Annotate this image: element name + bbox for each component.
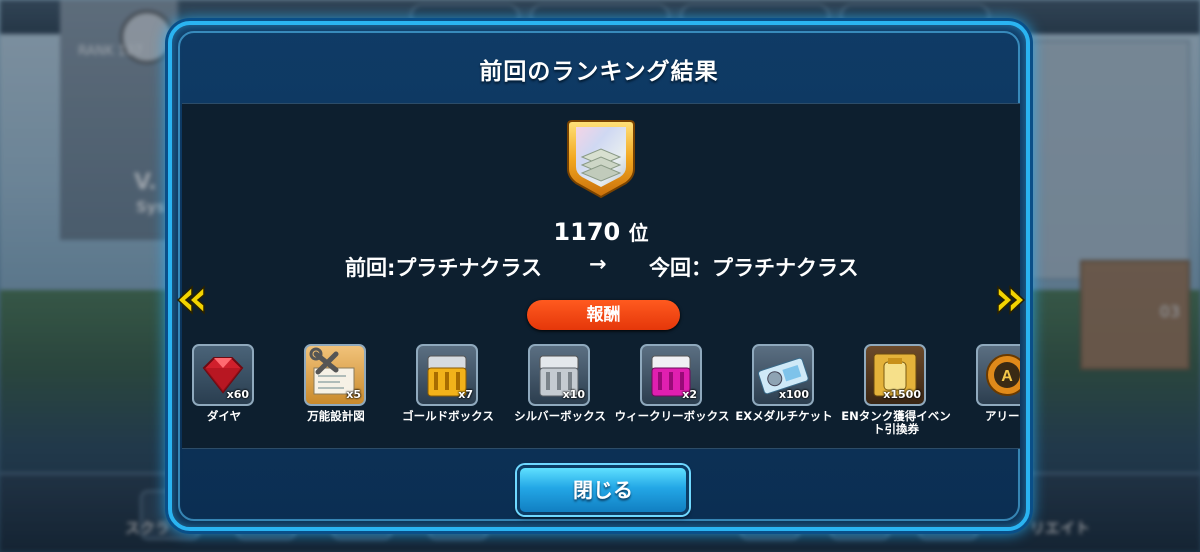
rank-suffix: 位 bbox=[628, 221, 649, 245]
reward-quantity: x60 bbox=[226, 388, 249, 401]
reward-item[interactable]: x1500 ENタンク獲得イベント引換券 bbox=[836, 344, 951, 444]
scroll-right-arrow-icon[interactable] bbox=[994, 283, 1028, 317]
rank-position: 1170 位 bbox=[182, 217, 1020, 246]
reward-quantity: x1500 bbox=[883, 388, 921, 401]
reward-quantity: x10 bbox=[562, 388, 585, 401]
reward-item[interactable]: x7 ゴールドボックス bbox=[388, 344, 498, 444]
arena-medal-icon: A bbox=[976, 344, 1020, 406]
scroll-left-arrow-icon[interactable] bbox=[174, 283, 208, 317]
dialog-title: 前回のランキング結果 bbox=[479, 59, 719, 85]
current-class-label: 今回：プラチナクラス bbox=[649, 256, 859, 280]
reward-item[interactable]: A アリーナ bbox=[948, 344, 1020, 444]
reward-list[interactable]: x60 ダイヤ x5 万能設計図 x7 ゴールドボックス x10 シルバーボック… bbox=[182, 344, 1020, 450]
close-button[interactable]: 閉じる bbox=[517, 465, 689, 515]
reward-quantity: x2 bbox=[682, 388, 697, 401]
reward-name: ダイヤ bbox=[206, 409, 242, 423]
reward-name: ENタンク獲得イベント引換券 bbox=[841, 409, 951, 436]
reward-name: ゴールドボックス bbox=[402, 409, 494, 423]
reward-quantity: x7 bbox=[458, 388, 473, 401]
reward-name: EXメダルチケット bbox=[735, 409, 833, 423]
reward-item[interactable]: x10 シルバーボックス bbox=[500, 344, 610, 444]
svg-text:A: A bbox=[1001, 368, 1013, 385]
reward-item[interactable]: x100 EXメダルチケット bbox=[724, 344, 834, 444]
reward-label: 報酬 bbox=[527, 300, 680, 330]
reward-name: シルバーボックス bbox=[514, 409, 606, 423]
rank-number: 1170 bbox=[553, 218, 621, 246]
reward-item[interactable]: x2 ウィークリーボックス bbox=[612, 344, 729, 444]
reward-item[interactable]: x60 ダイヤ bbox=[182, 344, 274, 444]
reward-quantity: x100 bbox=[778, 388, 809, 401]
result-panel: 1170 位 前回:プラチナクラス → 今回：プラチナクラス 報酬 x60 ダイ… bbox=[182, 103, 1020, 449]
platinum-rank-badge-icon bbox=[567, 120, 635, 199]
reward-item[interactable]: x5 万能設計図 bbox=[276, 344, 386, 444]
reward-name: アリーナ bbox=[985, 409, 1020, 423]
reward-quantity: x5 bbox=[346, 388, 361, 401]
reward-name: 万能設計図 bbox=[307, 409, 365, 423]
reward-name: ウィークリーボックス bbox=[614, 409, 730, 423]
class-change-arrow: → bbox=[589, 252, 607, 276]
class-change-line: 前回:プラチナクラス → 今回：プラチナクラス bbox=[182, 252, 1020, 282]
ranking-result-dialog: 前回のランキング結果 1170 位 前回:プラチナクラス → 今回：プラチナクラ… bbox=[168, 21, 1030, 531]
previous-class-label: 前回:プラチナクラス bbox=[345, 256, 542, 280]
